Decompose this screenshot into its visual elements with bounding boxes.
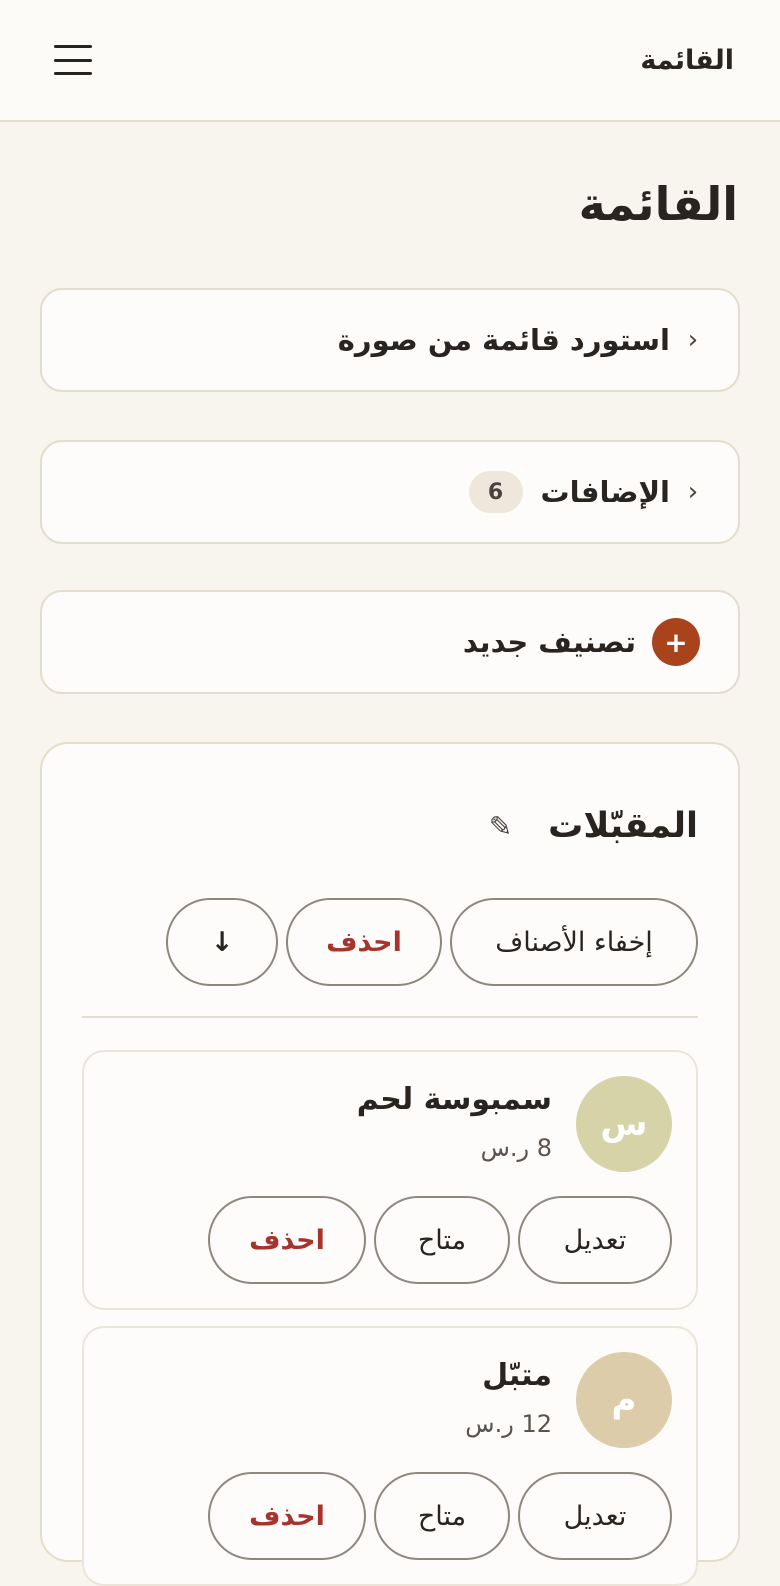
- item-name: متبّل: [482, 1358, 552, 1393]
- delete-item-button[interactable]: احذف: [208, 1196, 366, 1284]
- addons-row[interactable]: ‹ الإضافات 6: [40, 440, 740, 544]
- move-down-button[interactable]: ↓: [166, 898, 278, 986]
- menu-item-card: م متبّل 12 ر.س تعديل متاح احذف: [82, 1326, 698, 1586]
- chevron-left-icon: ‹: [687, 477, 699, 507]
- page-title: القائمة: [578, 177, 738, 231]
- import-menu-label: استورد قائمة من صورة: [337, 323, 670, 357]
- section-header: المقبّلات ✎: [489, 806, 698, 846]
- topbar-title: القائمة: [640, 44, 734, 76]
- new-category-label: تصنيف جديد: [462, 625, 636, 659]
- item-avatar: س: [576, 1076, 672, 1172]
- hide-items-button[interactable]: إخفاء الأصناف: [450, 898, 698, 986]
- category-section-appetizers: المقبّلات ✎ إخفاء الأصناف احذف ↓ س سمبوس…: [40, 742, 740, 1586]
- edit-item-button[interactable]: تعديل: [518, 1196, 672, 1284]
- edit-item-button[interactable]: تعديل: [518, 1472, 672, 1560]
- top-bar: القائمة: [0, 0, 780, 122]
- delete-category-button[interactable]: احذف: [286, 898, 442, 986]
- addons-count-badge: 6: [468, 471, 523, 513]
- category-title: المقبّلات: [548, 806, 698, 846]
- item-price: 12 ر.س: [465, 1410, 552, 1438]
- pencil-edit-icon[interactable]: ✎: [489, 810, 512, 843]
- plus-icon: +: [652, 618, 700, 666]
- item-price: 8 ر.س: [480, 1134, 552, 1162]
- addons-label: الإضافات: [540, 475, 670, 509]
- menu-item-card: س سمبوسة لحم 8 ر.س تعديل متاح احذف: [82, 1050, 698, 1310]
- section-divider: [82, 1016, 698, 1018]
- available-toggle-button[interactable]: متاح: [374, 1472, 510, 1560]
- hamburger-menu-icon[interactable]: [54, 45, 92, 75]
- chevron-left-icon: ‹: [687, 325, 699, 355]
- available-toggle-button[interactable]: متاح: [374, 1196, 510, 1284]
- import-menu-from-image-row[interactable]: ‹ استورد قائمة من صورة: [40, 288, 740, 392]
- item-avatar: م: [576, 1352, 672, 1448]
- delete-item-button[interactable]: احذف: [208, 1472, 366, 1560]
- item-name: سمبوسة لحم: [356, 1082, 552, 1117]
- new-category-button[interactable]: + تصنيف جديد: [40, 590, 740, 694]
